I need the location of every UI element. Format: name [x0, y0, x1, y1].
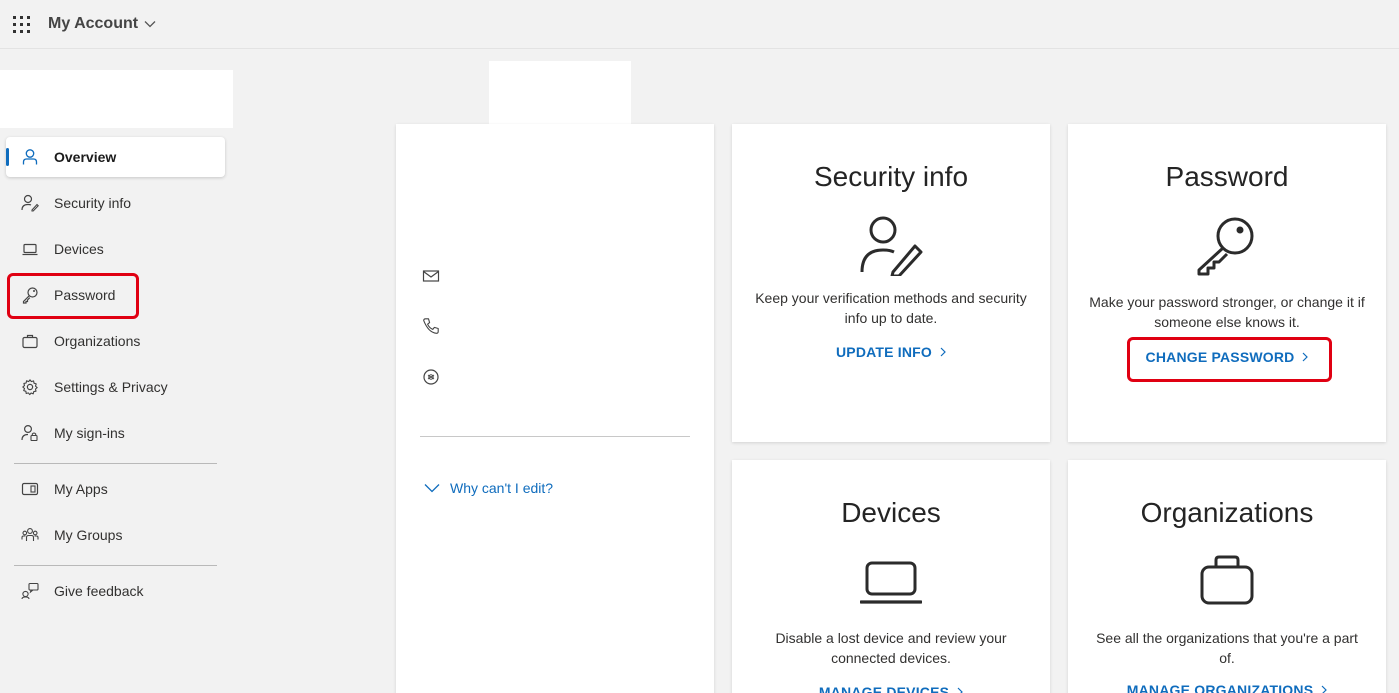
change-password-link[interactable]: CHANGE PASSWORD	[1068, 349, 1386, 365]
key-icon	[20, 285, 40, 305]
profile-card: Why can't I edit?	[396, 124, 714, 693]
change-password-label: CHANGE PASSWORD	[1145, 349, 1295, 365]
card-title: Password	[1165, 161, 1289, 192]
sidebar-item-my-sign-ins[interactable]: My sign-ins	[6, 413, 225, 453]
sidebar-divider	[14, 565, 217, 566]
laptop-icon	[860, 561, 922, 604]
chevron-right-icon	[940, 347, 946, 357]
chevron-down-icon	[424, 484, 440, 493]
manage-devices-label: MANAGE DEVICES	[818, 684, 950, 693]
gear-icon	[20, 377, 40, 397]
people-icon	[20, 525, 40, 545]
chevron-right-icon	[1303, 352, 1309, 362]
app-launcher-icon[interactable]	[13, 16, 30, 33]
sidebar-item-password[interactable]: Password	[6, 275, 225, 315]
sidebar-item-label: Password	[54, 287, 116, 303]
sidebar-item-overview[interactable]: Overview	[6, 137, 225, 177]
why-cant-i-edit-link[interactable]: Why can't I edit?	[424, 480, 553, 496]
sidebar-item-organizations[interactable]: Organizations	[6, 321, 225, 361]
card-description: Make your password stronger, or change i…	[1089, 294, 1365, 330]
top-bar: My Account	[0, 0, 1399, 49]
password-card: Password Make your password stronger, or…	[1068, 124, 1386, 442]
manage-devices-link[interactable]: MANAGE DEVICES	[732, 684, 1050, 693]
why-cant-i-edit-label: Why can't I edit?	[450, 480, 554, 496]
person-lock-icon	[20, 423, 40, 443]
app-title-dropdown[interactable]: My Account	[48, 15, 156, 33]
card-title: Organizations	[1140, 497, 1314, 528]
sidebar-divider	[14, 463, 217, 464]
sidebar-item-label: Organizations	[54, 333, 141, 349]
key-icon	[1197, 217, 1254, 276]
sidebar-item-label: Settings & Privacy	[54, 379, 168, 395]
manage-organizations-link[interactable]: MANAGE ORGANIZATIONS	[1068, 682, 1386, 693]
organization-logo	[0, 70, 233, 128]
card-title: Security info	[813, 161, 969, 192]
briefcase-icon	[20, 331, 40, 351]
chevron-right-icon	[957, 687, 964, 693]
organization-id-icon	[423, 369, 439, 385]
card-title: Devices	[841, 497, 941, 528]
card-description: Keep your verification methods and secur…	[755, 290, 1027, 326]
app-title: My Account	[48, 15, 139, 32]
security-info-card: Security info Keep your verification met…	[732, 124, 1050, 442]
sidebar-item-devices[interactable]: Devices	[6, 229, 225, 269]
sidebar-item-give-feedback[interactable]: Give feedback	[6, 571, 225, 611]
organizations-card: Organizations See all the organizations …	[1068, 460, 1386, 693]
sidebar-item-my-apps[interactable]: My Apps	[6, 469, 225, 509]
card-description: Disable a lost device and review your co…	[775, 630, 1007, 666]
update-info-link[interactable]: UPDATE INFO	[732, 344, 1050, 360]
feedback-icon	[20, 581, 40, 601]
sidebar-item-label: Overview	[54, 149, 117, 165]
mail-icon	[422, 270, 440, 282]
profile-divider	[420, 436, 690, 437]
chevron-right-icon	[1321, 685, 1328, 693]
sidebar-item-label: Devices	[54, 241, 104, 257]
sidebar-item-label: My sign-ins	[54, 425, 125, 441]
laptop-icon	[20, 239, 40, 259]
manage-organizations-label: MANAGE ORGANIZATIONS	[1126, 682, 1314, 693]
person-icon	[20, 147, 40, 167]
sidebar-item-my-groups[interactable]: My Groups	[6, 515, 225, 555]
sidebar-item-settings-privacy[interactable]: Settings & Privacy	[6, 367, 225, 407]
sidebar-item-label: My Groups	[54, 527, 123, 543]
update-info-label: UPDATE INFO	[835, 344, 933, 360]
sidebar-item-label: My Apps	[54, 481, 108, 497]
sidebar-item-label: Security info	[54, 195, 132, 211]
chevron-down-icon	[144, 21, 156, 28]
devices-card: Devices Disable a lost device and review…	[732, 460, 1050, 693]
phone-icon	[423, 318, 439, 334]
person-edit-icon	[860, 216, 923, 276]
briefcase-icon	[1200, 555, 1254, 605]
card-description: See all the organizations that you're a …	[1096, 630, 1358, 666]
profile-photo-area	[489, 61, 631, 125]
person-key-icon	[20, 193, 40, 213]
apps-icon	[20, 479, 40, 499]
sidebar-item-security-info[interactable]: Security info	[6, 183, 225, 223]
sidebar-item-label: Give feedback	[54, 583, 144, 599]
